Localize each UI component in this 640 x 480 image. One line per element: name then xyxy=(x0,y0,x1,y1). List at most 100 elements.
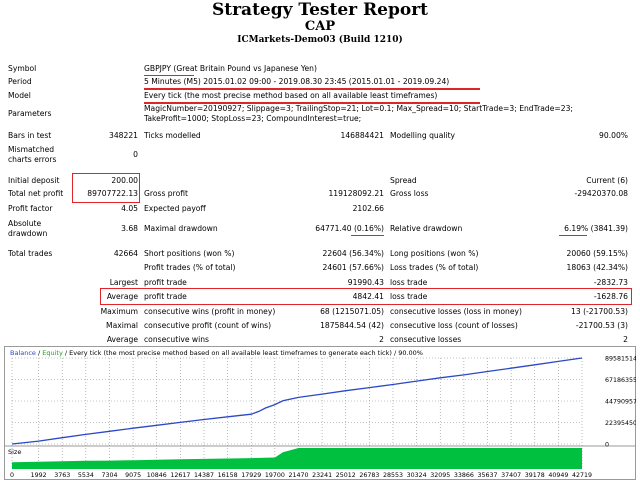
x-tick-label: 5534 xyxy=(78,472,94,479)
x-tick-label: 30324 xyxy=(407,472,427,479)
mismatch-value: 0 xyxy=(133,150,138,159)
symbol-value: GBPJPY (Great Britain Pound vs Japanese … xyxy=(144,64,317,73)
x-tick-label: 25012 xyxy=(336,472,356,479)
largest-pt-label: profit trade xyxy=(144,278,187,287)
x-tick-label: 37407 xyxy=(501,472,521,479)
model-label: Model xyxy=(8,91,31,100)
maxdd-value: 64771.40 (0.16%) xyxy=(315,224,384,233)
y-tick-label: 67186355 xyxy=(605,377,636,384)
x-tick-label: 42719 xyxy=(572,472,592,479)
max-cw-label: consecutive wins (profit in money) xyxy=(144,307,276,316)
avgc-cw-value: 2 xyxy=(379,335,384,344)
spread-label: Spread xyxy=(390,176,417,185)
x-tick-label: 0 xyxy=(10,472,14,479)
grossprofit-label: Gross profit xyxy=(144,189,188,198)
y-tick-label: 0 xyxy=(605,442,609,449)
server-name: ICMarkets-Demo03 (Build 1210) xyxy=(237,35,403,45)
maxl-cw-value: 1875844.54 (42) xyxy=(320,321,384,330)
x-tick-label: 33866 xyxy=(454,472,474,479)
reldd-underline xyxy=(559,235,587,236)
x-tick-label: 10846 xyxy=(147,472,167,479)
symbol-label: Symbol xyxy=(8,64,37,73)
pf-value: 4.05 xyxy=(121,204,138,213)
max-cl-label: consecutive losses (loss in money) xyxy=(390,307,522,316)
chart-legend: Balance / Equity / Every tick (the most … xyxy=(10,349,423,357)
x-tick-label: 12617 xyxy=(170,472,190,479)
bars-value: 348221 xyxy=(109,131,138,140)
maxl-cw-label: consecutive profit (count of wins) xyxy=(144,321,272,330)
y-tick-label: 22395450 xyxy=(605,420,636,427)
avgc-label: Average xyxy=(106,335,138,344)
largest-lt-label: loss trade xyxy=(390,278,428,287)
max-cw-value: 68 (1215071.05) xyxy=(320,307,384,316)
long-label: Long positions (won %) xyxy=(390,249,479,258)
x-tick-label: 7304 xyxy=(101,472,117,479)
balance-chart: 89581514 67186355 44790957 22395450 0 0 1992 3… xyxy=(4,346,636,480)
legend-balance: Balance xyxy=(10,349,36,357)
ticks-value: 146884421 xyxy=(340,131,384,140)
ptrades-label: Profit trades (% of total) xyxy=(144,263,236,272)
payoff-value: 2102.66 xyxy=(352,204,384,213)
x-tick-label: 35637 xyxy=(477,472,497,479)
payoff-label: Expected payoff xyxy=(144,204,206,213)
ptrades-value: 24601 (57.66%) xyxy=(322,263,384,272)
x-tick-label: 3763 xyxy=(54,472,70,479)
max-label: Maximum xyxy=(100,307,138,316)
maxdd-label: Maximal drawdown xyxy=(144,224,218,233)
y-tick-label: 89581514 xyxy=(605,356,636,363)
legend-description: / Every tick (the most precise method ba… xyxy=(63,349,423,357)
netprofit-label: Total net profit xyxy=(8,189,64,198)
reldd-value: 6.19% (3841.39) xyxy=(564,224,628,233)
deposit-profit-highlight xyxy=(72,173,140,203)
symbol-underline xyxy=(144,75,194,76)
x-tick-label: 40949 xyxy=(548,472,568,479)
grossprofit-value: 119128092.21 xyxy=(328,189,384,198)
expert-name: CAP xyxy=(304,19,336,34)
x-tick-label: 19700 xyxy=(265,472,285,479)
quality-label: Modelling quality xyxy=(390,131,456,140)
short-value: 22604 (56.34%) xyxy=(322,249,384,258)
grossloss-value: -29420370.08 xyxy=(574,189,628,198)
deposit-label: Initial deposit xyxy=(8,176,60,185)
average-trade-highlight xyxy=(100,288,632,305)
x-tick-label: 17929 xyxy=(241,472,261,479)
period-value: 5 Minutes (M5) 2015.01.02 09:00 - 2019.0… xyxy=(144,77,450,86)
period-underline xyxy=(144,88,480,90)
legend-equity: Equity xyxy=(42,349,63,357)
report-title: Strategy Tester Report xyxy=(211,0,429,20)
maxl-cl-label: consecutive loss (count of losses) xyxy=(390,321,518,330)
spread-value: Current (6) xyxy=(586,176,628,185)
maxl-label: Maximal xyxy=(106,321,138,330)
avgc-cl-value: 2 xyxy=(623,335,628,344)
reldd-label: Relative drawdown xyxy=(390,224,463,233)
x-tick-label: 21470 xyxy=(288,472,308,479)
params-label: Parameters xyxy=(8,109,52,118)
absdd-value: 3.68 xyxy=(121,224,138,233)
x-tick-label: 1992 xyxy=(31,472,47,479)
x-tick-label: 14387 xyxy=(194,472,214,479)
ticks-label: Ticks modelled xyxy=(144,131,201,140)
maxl-cl-value: -21700.53 (3) xyxy=(575,321,628,330)
period-label: Period xyxy=(8,77,32,86)
x-tick-label: 9075 xyxy=(125,472,141,479)
y-tick-label: 44790957 xyxy=(605,398,636,405)
long-value: 20060 (59.15%) xyxy=(566,249,628,258)
grossloss-label: Gross loss xyxy=(390,189,429,198)
largest-label: Largest xyxy=(109,278,138,287)
max-cl-value: 13 (-21700.53) xyxy=(571,307,628,316)
size-label: Size xyxy=(8,448,21,456)
avgc-cl-label: consecutive losses xyxy=(390,335,462,344)
largest-lt-value: -2832.73 xyxy=(593,278,628,287)
model-value: Every tick (the most precise method base… xyxy=(144,91,438,100)
x-tick-label: 39178 xyxy=(525,472,545,479)
ltrades-label: Loss trades (% of total) xyxy=(390,263,479,272)
bars-label: Bars in test xyxy=(8,131,52,140)
x-tick-label: 28553 xyxy=(383,472,403,479)
pf-label: Profit factor xyxy=(8,204,53,213)
trades-value: 42664 xyxy=(113,249,138,258)
x-tick-label: 23241 xyxy=(312,472,332,479)
avgc-cw-label: consecutive wins xyxy=(144,335,210,344)
x-tick-label: 32095 xyxy=(430,472,450,479)
mismatch-label-2: charts errors xyxy=(8,155,57,164)
params-line1: MagicNumber=20190927; Slippage=3; Traili… xyxy=(144,104,573,113)
